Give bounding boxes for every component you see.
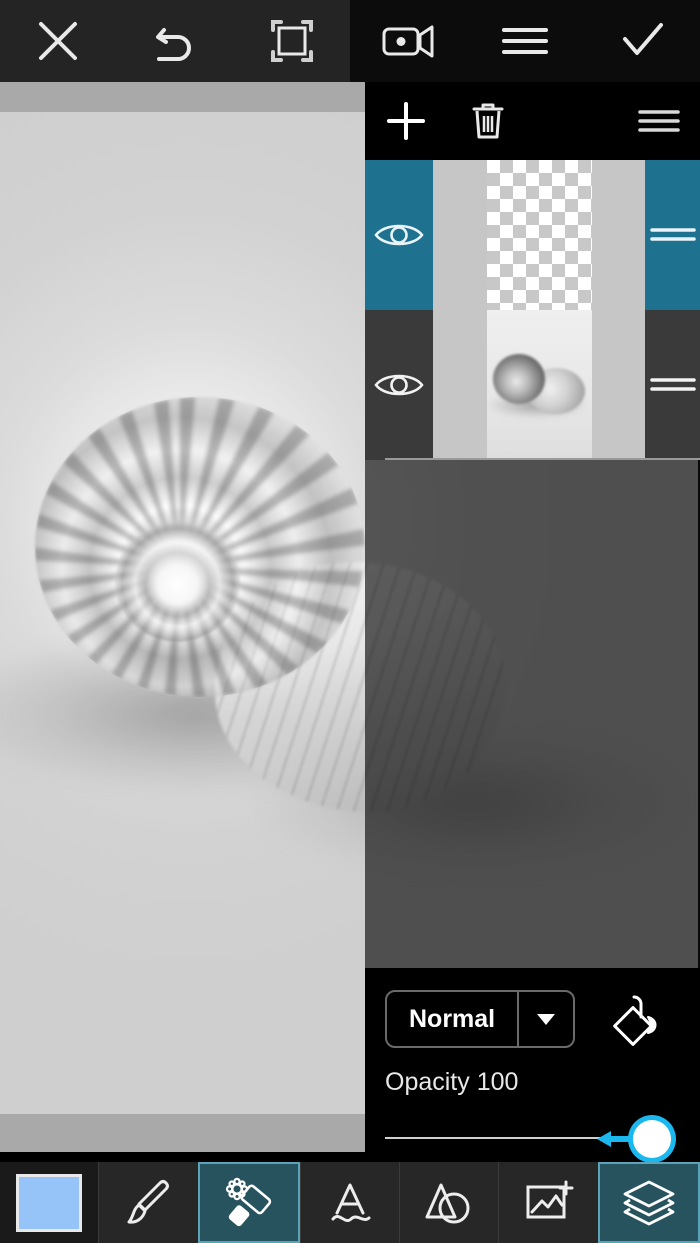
add-image-icon bbox=[522, 1178, 576, 1228]
panel-empty-area bbox=[365, 460, 700, 968]
layers-stack-icon bbox=[621, 1177, 677, 1229]
blend-opacity-panel: Normal Opacity 100 bbox=[365, 968, 700, 1162]
clipping-mask-icon bbox=[610, 991, 666, 1047]
clipping-mask-button[interactable] bbox=[603, 984, 673, 1054]
undo-button[interactable] bbox=[117, 0, 234, 82]
delete-layer-button[interactable] bbox=[447, 82, 529, 160]
opacity-label: Opacity 100 bbox=[385, 1068, 519, 1096]
layers-panel: Normal Opacity 100 bbox=[365, 82, 700, 1162]
crop-frame-icon bbox=[267, 16, 317, 66]
crop-button[interactable] bbox=[233, 0, 350, 82]
layer-list bbox=[365, 160, 700, 460]
layer-visibility-toggle-1[interactable] bbox=[365, 370, 433, 400]
bottom-toolbar bbox=[0, 1162, 700, 1243]
trash-icon bbox=[468, 99, 508, 143]
text-a-icon bbox=[325, 1177, 375, 1229]
eye-icon bbox=[373, 370, 425, 400]
add-layer-button[interactable] bbox=[365, 82, 447, 160]
confirm-button[interactable] bbox=[583, 0, 700, 82]
shapes-icon bbox=[421, 1177, 477, 1229]
layer-drag-handle-1[interactable] bbox=[645, 374, 700, 396]
record-button[interactable] bbox=[350, 0, 467, 82]
editor-app: Normal Opacity 100 bbox=[0, 0, 700, 1243]
top-toolbar bbox=[0, 0, 700, 82]
hamburger-menu-icon bbox=[637, 106, 681, 136]
close-x-icon bbox=[35, 18, 81, 64]
video-camera-icon bbox=[380, 20, 436, 62]
drag-handle-icon bbox=[649, 374, 696, 396]
layer-visibility-toggle-0[interactable] bbox=[365, 220, 433, 250]
eraser-tool-button[interactable] bbox=[197, 1162, 300, 1243]
undo-arrow-icon bbox=[150, 18, 200, 64]
eye-icon bbox=[373, 220, 425, 250]
close-button[interactable] bbox=[0, 0, 117, 82]
text-tool-button[interactable] bbox=[299, 1162, 400, 1243]
color-swatch-button[interactable] bbox=[0, 1162, 99, 1243]
menu-button[interactable] bbox=[466, 0, 584, 82]
snail-shell-thumbnail bbox=[486, 310, 592, 460]
layer-thumbnail-area-1 bbox=[433, 310, 645, 460]
add-image-button[interactable] bbox=[498, 1162, 598, 1243]
layer-row-0[interactable] bbox=[365, 160, 700, 310]
shapes-tool-button[interactable] bbox=[399, 1162, 499, 1243]
shell-spiral-core bbox=[115, 522, 240, 642]
opacity-slider-knob[interactable] bbox=[633, 1120, 671, 1158]
layers-menu-button[interactable] bbox=[618, 82, 700, 160]
paintbrush-icon bbox=[121, 1176, 175, 1230]
layer-thumbnail-1 bbox=[486, 310, 592, 460]
transparent-checkerboard bbox=[486, 160, 592, 310]
blend-mode-value: Normal bbox=[409, 1005, 496, 1033]
layer-drag-handle-0[interactable] bbox=[645, 224, 700, 246]
blend-mode-select[interactable]: Normal bbox=[385, 990, 576, 1048]
checkmark-icon bbox=[617, 19, 667, 63]
chevron-down-icon bbox=[537, 1013, 556, 1025]
layers-tool-button[interactable] bbox=[597, 1162, 700, 1243]
eraser-icon bbox=[221, 1177, 277, 1229]
layer-thumbnail-area-0 bbox=[433, 160, 645, 310]
blend-mode-row: Normal bbox=[385, 990, 576, 1048]
blend-mode-caret[interactable] bbox=[517, 992, 573, 1046]
opacity-slider[interactable] bbox=[385, 1116, 677, 1160]
layer-thumbnail-0 bbox=[486, 160, 592, 310]
plus-icon bbox=[384, 99, 428, 143]
brush-tool-button[interactable] bbox=[98, 1162, 198, 1243]
drag-handle-icon bbox=[649, 224, 696, 246]
thumb-shell-a bbox=[492, 354, 545, 404]
layers-panel-header bbox=[365, 82, 700, 160]
color-swatch-icon bbox=[16, 1173, 83, 1232]
hamburger-menu-icon bbox=[500, 23, 550, 59]
layer-row-1[interactable] bbox=[365, 310, 700, 460]
